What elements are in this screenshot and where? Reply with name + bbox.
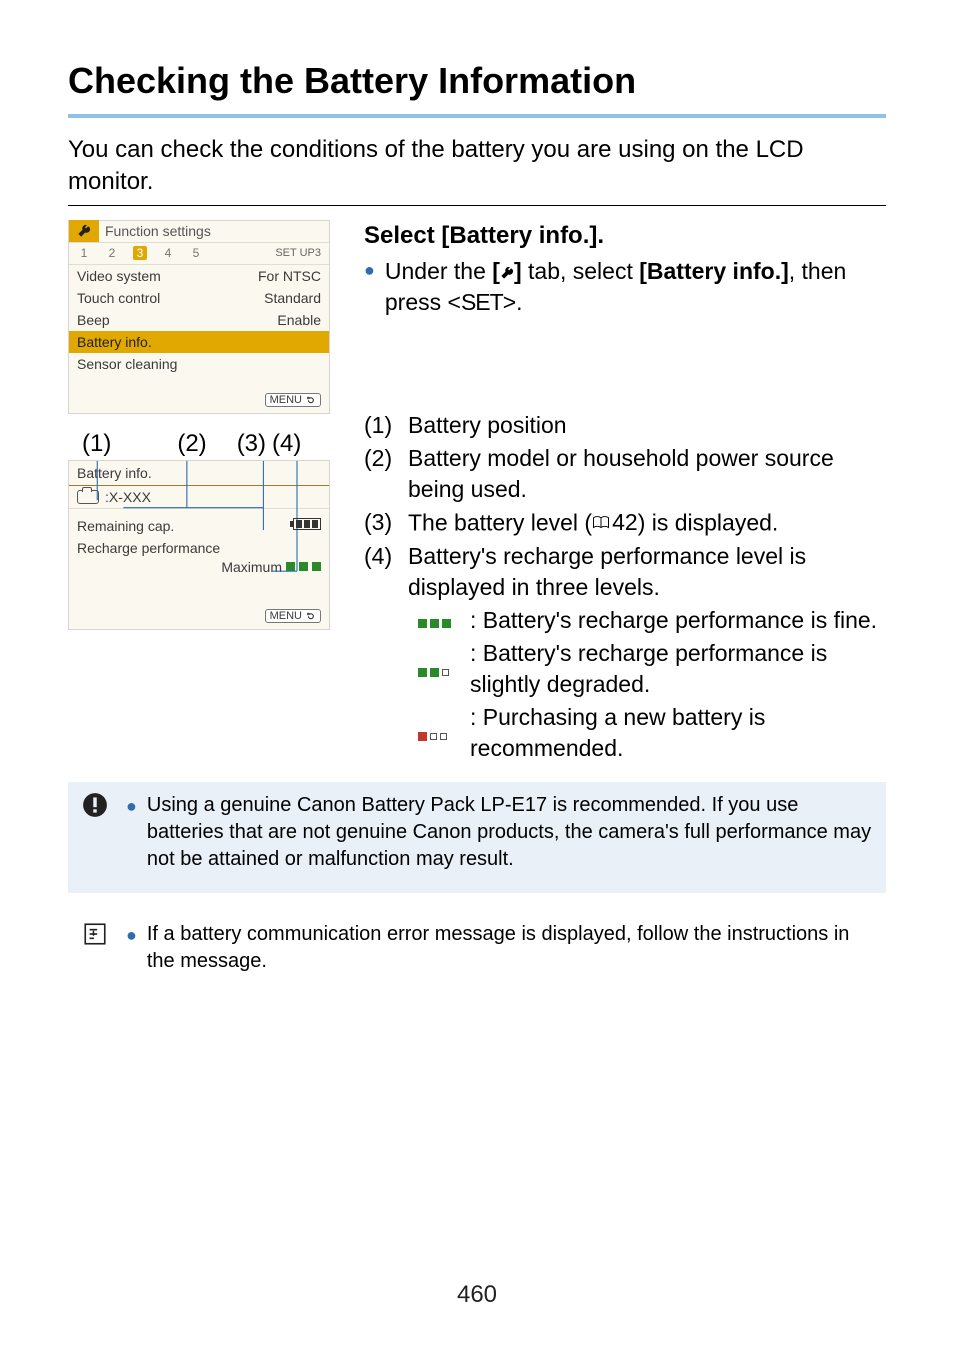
divider xyxy=(68,205,886,206)
perf-indicator-full xyxy=(418,605,460,636)
perf-square-icon xyxy=(312,562,321,571)
set-key: SET xyxy=(461,289,503,315)
menu-item-battery-info: Battery info. xyxy=(69,331,329,353)
battery-level-icon xyxy=(293,518,321,530)
return-icon xyxy=(306,395,316,405)
page-ref-icon: 42 xyxy=(592,507,638,538)
tab-3: 3 xyxy=(133,246,147,260)
callout-3: (3) xyxy=(237,430,266,458)
bullet-icon: ● xyxy=(126,792,137,873)
t2: Battery model or household power source … xyxy=(408,443,886,505)
step-title: Select [Battery info.]. xyxy=(364,220,886,252)
remaining-cap-label: Remaining cap. xyxy=(77,518,174,534)
callout-row: (1) (2) (3) (4) xyxy=(76,430,338,458)
s1: : Battery's recharge performance is fine… xyxy=(470,605,877,636)
t4: Battery's recharge performance level is … xyxy=(408,541,886,603)
t: Under the xyxy=(385,258,492,284)
info-note: ● If a battery communication error messa… xyxy=(68,911,886,995)
return-icon xyxy=(306,611,316,621)
perf-indicator-low xyxy=(418,702,460,764)
page-title: Checking the Battery Information xyxy=(68,60,886,108)
page-number: 460 xyxy=(0,1281,954,1309)
menu-value: For NTSC xyxy=(258,268,321,284)
menu-back-label: MENU xyxy=(270,610,302,622)
caution-text: Using a genuine Canon Battery Pack LP-E1… xyxy=(147,792,872,873)
t3: The battery level ( 42) is displayed. xyxy=(408,507,778,539)
wrench-icon xyxy=(500,266,514,280)
menu-back-label: MENU xyxy=(270,394,302,406)
t: ) is displayed. xyxy=(638,510,779,536)
tab-5: 5 xyxy=(189,246,203,260)
lcd-header-label: Function settings xyxy=(99,223,211,239)
perf-square-icon xyxy=(286,562,295,571)
menu-label: Touch control xyxy=(77,290,160,306)
caution-note: ● Using a genuine Canon Battery Pack LP-… xyxy=(68,782,886,893)
menu-item-video-system: Video system For NTSC xyxy=(69,265,329,287)
note-icon xyxy=(82,921,108,955)
recharge-perf-label: Recharge performance xyxy=(69,537,329,559)
menu-value: Enable xyxy=(277,312,321,328)
menu-back-button: MENU xyxy=(265,609,321,623)
s2: : Battery's recharge performance is slig… xyxy=(470,638,886,700)
t1: Battery position xyxy=(408,410,567,441)
battery-model: :X-XXX xyxy=(105,489,151,505)
menu-label: Video system xyxy=(77,268,161,284)
tab-1: 1 xyxy=(77,246,91,260)
menu-item-sensor-cleaning: Sensor cleaning xyxy=(69,353,329,375)
menu-value: Standard xyxy=(264,290,321,306)
tab-4: 4 xyxy=(161,246,175,260)
n4: (4) xyxy=(364,541,398,603)
camera-icon xyxy=(77,490,99,504)
step-text: Under the [] tab, select [Battery info.]… xyxy=(385,256,886,318)
t: [Battery info.] xyxy=(639,258,789,284)
info-text: If a battery communication error message… xyxy=(147,921,872,975)
t: tab, select xyxy=(522,258,640,284)
lcd-battery-info: Battery info. :X-XXX Remaining cap. Rech… xyxy=(68,460,330,630)
recharge-perf-value: Maximum xyxy=(221,559,282,575)
callout-2: (2) xyxy=(177,430,206,458)
caution-icon xyxy=(82,792,108,826)
intro-text: You can check the conditions of the batt… xyxy=(68,134,886,199)
callout-1: (1) xyxy=(82,430,111,458)
lcd-tabs: 1 2 3 4 5 xyxy=(77,246,203,260)
bullet-icon: ● xyxy=(126,921,137,975)
t: The battery level ( xyxy=(408,510,592,536)
perf-square-icon xyxy=(299,562,308,571)
menu-label: Battery info. xyxy=(77,334,152,350)
lcd-function-settings: Function settings 1 2 3 4 5 SET UP3 Vide… xyxy=(68,220,330,414)
tab-2: 2 xyxy=(105,246,119,260)
menu-item-beep: Beep Enable xyxy=(69,309,329,331)
n3: (3) xyxy=(364,507,398,539)
callout-4: (4) xyxy=(272,430,301,458)
t: >. xyxy=(503,289,523,315)
perf-indicator-mid xyxy=(418,638,460,700)
setup-label: SET UP3 xyxy=(275,247,321,259)
n1: (1) xyxy=(364,410,398,441)
title-rule xyxy=(68,114,886,118)
wrench-tab-icon xyxy=(69,220,99,242)
s3: : Purchasing a new battery is recommende… xyxy=(470,702,886,764)
battery-info-title: Battery info. xyxy=(69,461,329,486)
menu-label: Beep xyxy=(77,312,110,328)
bullet-icon: ● xyxy=(364,256,375,318)
menu-item-touch-control: Touch control Standard xyxy=(69,287,329,309)
menu-label: Sensor cleaning xyxy=(77,356,177,372)
ref-num: 42 xyxy=(612,507,638,538)
menu-back-button: MENU xyxy=(265,393,321,407)
n2: (2) xyxy=(364,443,398,505)
